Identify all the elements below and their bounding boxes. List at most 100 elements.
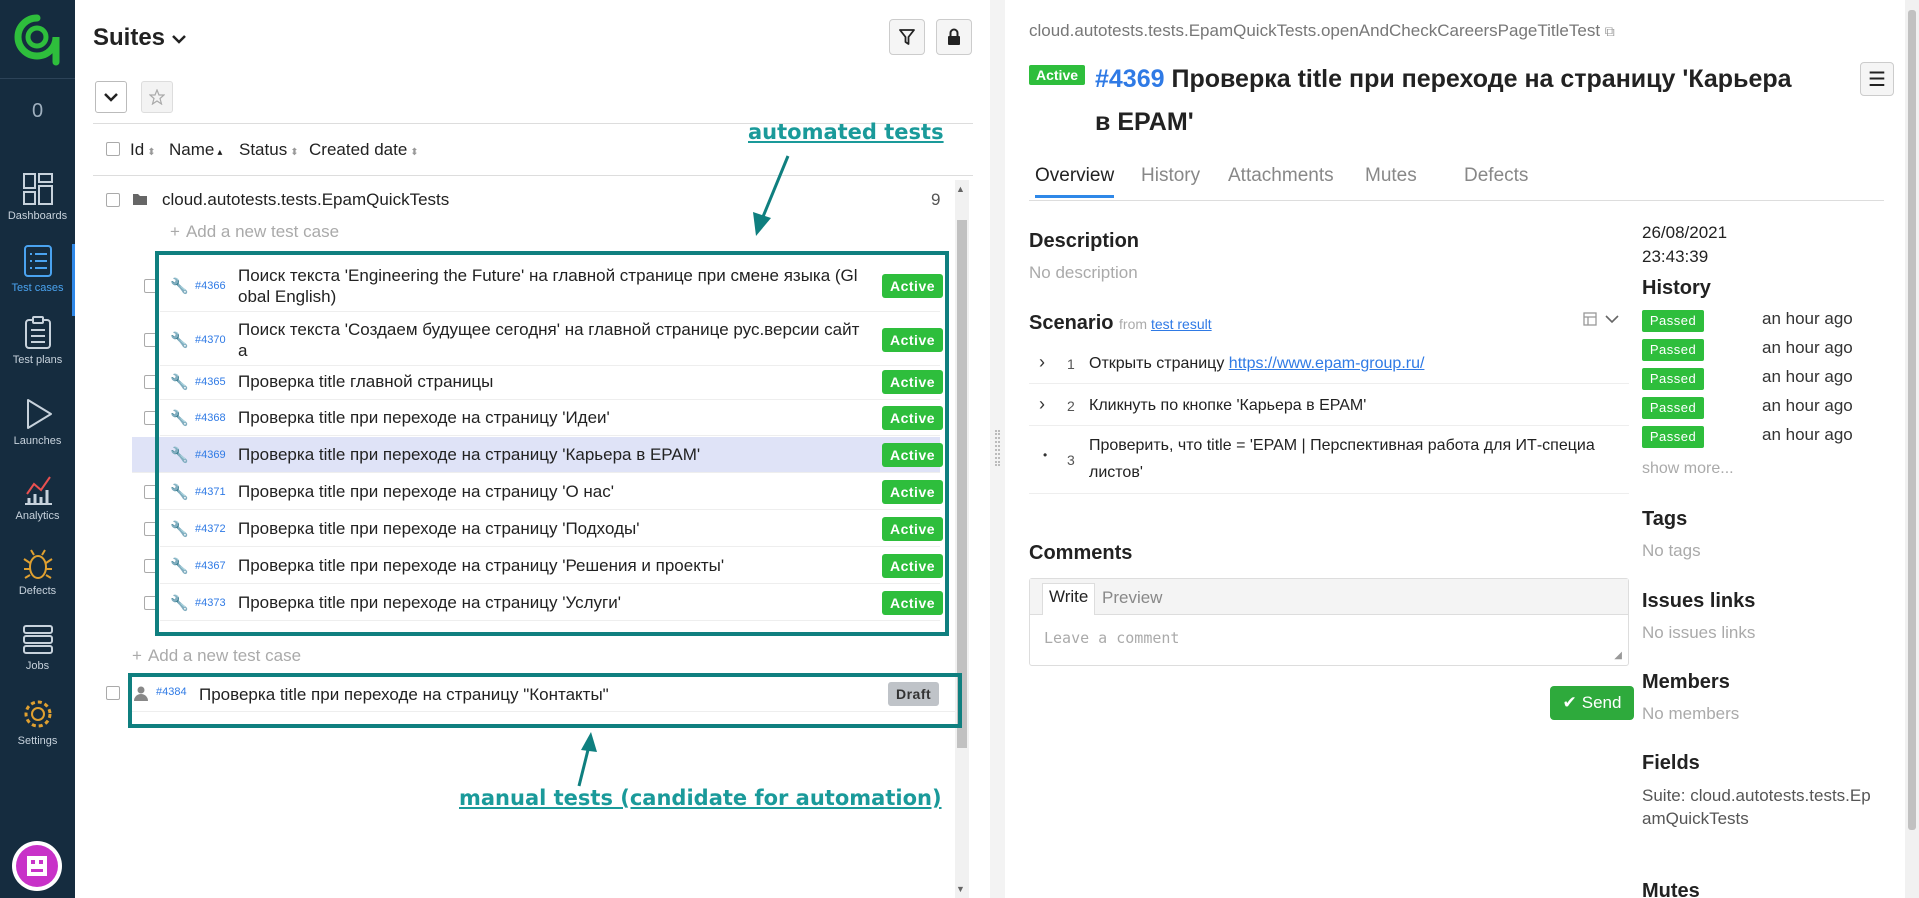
tab-mutes[interactable]: Mutes	[1365, 165, 1417, 195]
history-status-badge[interactable]: Passed	[1642, 397, 1704, 419]
chevron-down-icon[interactable]	[172, 31, 186, 49]
sidebar-counter[interactable]: 0	[0, 100, 75, 123]
description-text: No description	[1029, 263, 1138, 282]
members-value: No members	[1642, 704, 1740, 723]
add-test-case-link[interactable]: + Add a new test case	[132, 646, 301, 666]
sort-icon: ⬍	[410, 147, 419, 158]
tab-attachments[interactable]: Attachments	[1228, 165, 1334, 195]
sidebar-item-launches[interactable]: Launches	[0, 397, 75, 469]
history-status-badge[interactable]: Passed	[1642, 368, 1704, 390]
add-test-case-link[interactable]: + Add a new test case	[170, 222, 339, 242]
status-badge: Active	[1029, 65, 1086, 85]
history-status-badge[interactable]: Passed	[1642, 310, 1704, 332]
scrollbar-thumb[interactable]	[1908, 10, 1916, 830]
sidebar-item-test-plans[interactable]: Test plans	[0, 316, 75, 388]
hamburger-icon: ☰	[1868, 68, 1886, 91]
history-status-badge[interactable]: Passed	[1642, 339, 1704, 361]
tags-heading: Tags	[1642, 508, 1688, 530]
pane-splitter[interactable]	[990, 0, 1005, 898]
sidebar-item-label: Settings	[17, 735, 58, 747]
sidebar-item-label: Launches	[13, 435, 62, 447]
show-more-link[interactable]: show more...	[1642, 460, 1734, 478]
issues-heading: Issues links	[1642, 590, 1756, 612]
list-scrollbar[interactable]	[955, 180, 969, 898]
plus-icon: +	[170, 222, 180, 241]
annotation-arrow-icon	[753, 155, 790, 236]
sort-icon: ⬍	[147, 147, 156, 158]
page-scrollbar[interactable]	[1905, 0, 1919, 898]
test-result-link[interactable]: test result	[1151, 316, 1212, 332]
allure-logo-icon[interactable]	[12, 12, 62, 66]
scroll-down-arrow-icon[interactable]: ▼	[956, 884, 965, 894]
resize-handle-icon[interactable]: ◢	[1614, 650, 1622, 661]
step-link[interactable]: https://www.epam-group.ru/	[1229, 355, 1425, 372]
user-avatar[interactable]	[12, 841, 62, 891]
chevron-down-icon[interactable]	[1605, 314, 1619, 324]
sidebar-item-dashboards[interactable]: Dashboards	[0, 172, 75, 244]
mutes-heading: Mutes	[1642, 880, 1700, 898]
lock-button[interactable]	[936, 19, 972, 55]
select-all-checkbox[interactable]	[106, 142, 120, 156]
favorite-button[interactable]	[141, 81, 173, 113]
add-test-case-label: Add a new test case	[185, 222, 340, 241]
column-status[interactable]: Status ⬍	[239, 140, 299, 160]
tab-defects[interactable]: Defects	[1464, 165, 1528, 195]
tab-history[interactable]: History	[1141, 165, 1200, 195]
send-button[interactable]: ✔ Send	[1550, 686, 1634, 720]
scrollbar-thumb[interactable]	[957, 220, 967, 748]
sidebar-item-jobs[interactable]: Jobs	[0, 622, 75, 694]
column-created-date[interactable]: Created date ⬍	[309, 140, 419, 160]
step-text: Проверить, что title = 'EPAM | Перспекти…	[1089, 437, 1595, 481]
test-number[interactable]: #4369	[1095, 65, 1165, 93]
tab-overview[interactable]: Overview	[1035, 165, 1115, 198]
comment-input[interactable]: Leave a comment	[1044, 629, 1179, 647]
step-number: 3	[1067, 452, 1075, 468]
sidebar-item-label: Jobs	[25, 660, 50, 672]
chevron-right-icon[interactable]: ›	[1039, 352, 1045, 373]
column-name[interactable]: Name ▴	[169, 140, 222, 160]
sort-asc-icon: ▴	[217, 147, 223, 158]
suite-count: 9	[931, 190, 941, 209]
step-number: 1	[1067, 356, 1075, 372]
bullet-icon: •	[1043, 448, 1048, 462]
settings-icon	[24, 700, 51, 728]
sidebar-item-settings[interactable]: Settings	[0, 697, 75, 769]
column-id-label: Id	[130, 140, 145, 159]
test-case-details: cloud.autotests.tests.EpamQuickTests.ope…	[1005, 0, 1905, 898]
issues-value: No issues links	[1642, 623, 1756, 642]
sidebar-item-defects[interactable]: Defects	[0, 547, 75, 619]
suite-name[interactable]: cloud.autotests.tests.EpamQuickTests	[162, 190, 449, 210]
test-title: Проверка title при переходе на страницу …	[1095, 65, 1792, 136]
chevron-right-icon[interactable]: ›	[1039, 394, 1045, 415]
sidebar-item-test-cases[interactable]: Test cases	[0, 244, 75, 316]
dashboards-icon	[22, 173, 53, 205]
copy-icon[interactable]: ⧉	[1605, 23, 1615, 39]
detail-tabs: Overview History Attachments Mutes Defec…	[1029, 165, 1884, 201]
layout-toggle-icon[interactable]	[1583, 312, 1597, 326]
suites-title[interactable]: Suites	[93, 24, 165, 52]
comment-tabs: Write Preview	[1030, 579, 1628, 615]
tab-preview[interactable]: Preview	[1096, 585, 1168, 611]
scenario-step[interactable]: › 2 Кликнуть по кнопке 'Карьера в EPAM'	[1029, 386, 1629, 426]
fields-suite: Suite: cloud.autotests.tests.EpamQuickTe…	[1642, 786, 1871, 828]
active-indicator	[72, 244, 75, 316]
avatar-image-icon	[16, 845, 58, 887]
history-time: an hour ago	[1762, 309, 1853, 328]
column-id[interactable]: Id ⬍	[130, 140, 156, 160]
step-number: 2	[1067, 398, 1075, 414]
expand-all-button[interactable]	[95, 81, 127, 113]
scroll-up-arrow-icon[interactable]: ▲	[956, 184, 965, 194]
filter-button[interactable]	[889, 19, 925, 55]
page-title: #4369 Проверка title при переходе на стр…	[1095, 58, 1795, 144]
tab-write[interactable]: Write	[1042, 583, 1096, 615]
sidebar-item-label: Test cases	[11, 282, 64, 294]
chevron-down-icon	[104, 93, 118, 102]
history-status-badge[interactable]: Passed	[1642, 426, 1704, 448]
scenario-step[interactable]: › 1 Открыть страницу https://www.epam-gr…	[1029, 346, 1629, 384]
row-checkbox[interactable]	[106, 686, 120, 700]
sidebar-item-label: Test plans	[12, 354, 63, 366]
menu-button[interactable]: ☰	[1860, 62, 1894, 96]
sidebar-item-analytics[interactable]: Analytics	[0, 472, 75, 544]
suite-checkbox[interactable]	[106, 193, 120, 207]
scenario-step[interactable]: • 3 Проверить, что title = 'EPAM | Персп…	[1029, 428, 1629, 494]
